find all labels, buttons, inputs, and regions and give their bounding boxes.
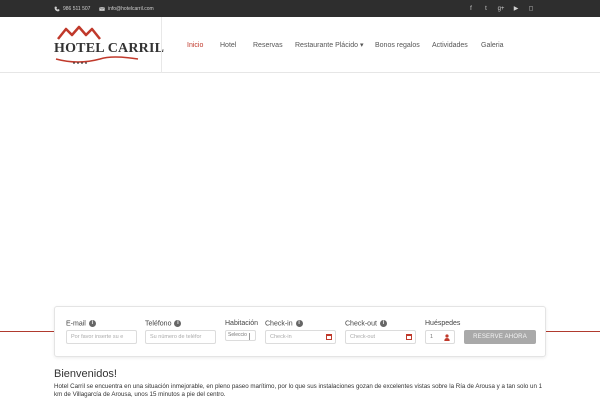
info-icon[interactable]: i bbox=[295, 320, 303, 327]
accent-line-right bbox=[546, 331, 600, 332]
checkout-label: Check-out i bbox=[345, 320, 387, 327]
guests-value: 1 bbox=[430, 334, 434, 340]
nav-item-actividades[interactable]: Actividades bbox=[432, 42, 468, 49]
checkout-placeholder: Check-out bbox=[350, 334, 376, 340]
welcome-text: Hotel Carril se encuentra en una situaci… bbox=[54, 383, 543, 398]
checkout-field[interactable]: Check-out bbox=[345, 330, 416, 344]
room-label-text: Habitación bbox=[225, 320, 259, 327]
phone-placeholder: Su número de teléfor bbox=[150, 334, 202, 340]
nav-item-inicio[interactable]: Inicio bbox=[187, 42, 203, 49]
info-icon[interactable]: i bbox=[379, 320, 387, 327]
site-header: HOTEL CARRIL Inicio Hotel Reservas Resta… bbox=[0, 17, 600, 73]
youtube-icon[interactable]: ▶ bbox=[512, 5, 520, 13]
top-contact-bar: 986 511 507 info@hotelcarril.com f t g+ … bbox=[0, 0, 600, 17]
accent-line-left bbox=[0, 331, 54, 332]
nav-item-galeria[interactable]: Galeria bbox=[481, 42, 504, 49]
phone-label-text: Teléfono bbox=[145, 320, 172, 328]
email-contact[interactable]: info@hotelcarril.com bbox=[99, 0, 154, 17]
phone-icon bbox=[54, 6, 60, 11]
calendar-icon bbox=[326, 334, 332, 340]
email-address: info@hotelcarril.com bbox=[108, 5, 154, 12]
twitter-icon[interactable]: t bbox=[482, 5, 490, 13]
info-icon[interactable]: i bbox=[174, 320, 182, 327]
hotel-logo[interactable]: HOTEL CARRIL bbox=[52, 25, 164, 69]
room-label: Habitación bbox=[225, 320, 258, 327]
booking-form: E-mail i Por favor inserte su e Teléfono i… bbox=[54, 306, 546, 357]
guests-label: Huéspedes bbox=[425, 320, 460, 327]
nav-item-hotel[interactable]: Hotel bbox=[220, 42, 236, 49]
guests-field[interactable]: 1 bbox=[425, 330, 455, 344]
header-divider bbox=[161, 17, 162, 73]
phone-contact[interactable]: 986 511 507 bbox=[54, 0, 90, 17]
nav-item-reservas[interactable]: Reservas bbox=[253, 42, 283, 49]
google-plus-icon[interactable]: g+ bbox=[497, 5, 505, 13]
social-links: f t g+ ▶ ◻ bbox=[460, 0, 535, 17]
nav-item-bonos-regalos[interactable]: Bonos regalos bbox=[375, 42, 420, 49]
email-field[interactable]: Por favor inserte su e bbox=[66, 330, 137, 344]
facebook-icon[interactable]: f bbox=[467, 5, 475, 13]
person-icon bbox=[444, 334, 450, 341]
checkin-label-text: Check-in bbox=[265, 320, 293, 328]
hero-slider bbox=[0, 74, 600, 314]
checkin-field[interactable]: Check-in bbox=[265, 330, 336, 344]
info-icon[interactable]: i bbox=[88, 320, 96, 327]
chevron-down-icon bbox=[249, 333, 254, 340]
email-label-text: E-mail bbox=[66, 320, 86, 328]
welcome-title: Bienvenidos! bbox=[54, 368, 117, 380]
calendar-icon bbox=[406, 334, 412, 340]
room-selected-value: Seleccio bbox=[228, 332, 247, 338]
reserve-now-button[interactable]: RESERVE AHORA bbox=[464, 330, 536, 344]
phone-field[interactable]: Su número de teléfor bbox=[145, 330, 216, 344]
guests-label-text: Huéspedes bbox=[425, 320, 461, 327]
room-select[interactable]: Seleccio bbox=[225, 330, 256, 341]
phone-label: Teléfono i bbox=[145, 320, 182, 328]
nav-item-restaurante[interactable]: Restaurante Plácido ▾ bbox=[295, 41, 364, 49]
logo-text: HOTEL CARRIL bbox=[54, 41, 165, 56]
envelope-icon bbox=[99, 6, 105, 11]
instagram-icon[interactable]: ◻ bbox=[527, 5, 535, 13]
checkin-label: Check-in i bbox=[265, 320, 303, 327]
email-placeholder: Por favor inserte su e bbox=[71, 334, 124, 340]
checkin-placeholder: Check-in bbox=[270, 334, 292, 340]
phone-number: 986 511 507 bbox=[63, 5, 91, 12]
checkout-label-text: Check-out bbox=[345, 320, 377, 328]
email-label: E-mail i bbox=[66, 320, 96, 327]
